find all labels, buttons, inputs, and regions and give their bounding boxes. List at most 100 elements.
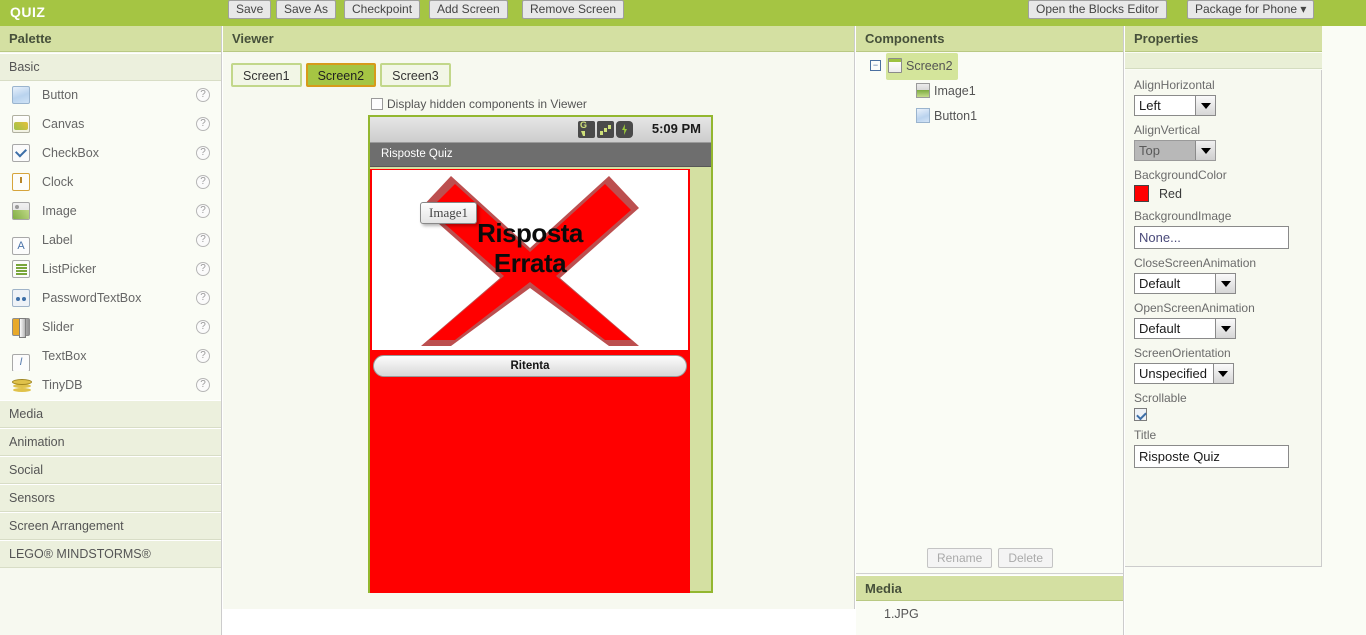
viewer-panel: Viewer Screen1 Screen2 Screen3 Display hid… — [223, 26, 855, 609]
help-icon[interactable]: ? — [196, 233, 210, 247]
toolbar-button-checkpoint[interactable]: Checkpoint — [344, 0, 421, 19]
toolbar-button-save[interactable]: Save — [228, 0, 272, 19]
media-header: Media — [856, 575, 1123, 601]
property-label-alignhorizontal: AlignHorizontal — [1134, 78, 1215, 92]
palette-section-lego-mindstorms[interactable]: LEGO® MINDSTORMS® — [0, 540, 221, 568]
property-label-backgroundimage: BackgroundImage — [1134, 209, 1232, 223]
palette-item-slider[interactable]: Slider? — [0, 313, 221, 342]
palette-section-basic[interactable]: Basic — [0, 53, 221, 81]
overlay-line-1: Risposta — [477, 218, 583, 248]
property-select-screenorientation[interactable]: Unspecified — [1134, 363, 1234, 384]
help-icon[interactable]: ? — [196, 378, 210, 392]
help-icon[interactable]: ? — [196, 349, 210, 363]
help-icon[interactable]: ? — [196, 88, 210, 102]
tree-node[interactable]: Screen2 — [886, 53, 958, 80]
tree-item-image1[interactable]: Image1 — [856, 78, 1123, 105]
tree-node[interactable]: Button1 — [914, 103, 982, 130]
viewer-header: Viewer — [223, 26, 854, 52]
property-select-alignvertical[interactable]: Top — [1134, 140, 1216, 161]
top-toolbar: QUIZ Save Save As Checkpoint Add Screen Remo… — [0, 0, 1366, 26]
property-label-title: Title — [1134, 428, 1157, 442]
palette-item-tinydb[interactable]: TinyDB? — [0, 371, 221, 400]
palette-item-label: ListPicker — [42, 262, 97, 276]
chevron-down-icon[interactable] — [1215, 319, 1235, 338]
property-input-backgroundimage[interactable]: None... — [1134, 226, 1289, 249]
image1-component[interactable]: Risposta Errata Image1 — [371, 169, 689, 351]
rename-button[interactable]: Rename — [926, 548, 993, 568]
tinydb-icon — [12, 376, 32, 394]
palette-section-screen-arrangement[interactable]: Screen Arrangement — [0, 512, 221, 540]
phone-preview: 5:09 PM Risposte Quiz Risposta Errata — [368, 115, 713, 593]
chevron-down-icon[interactable] — [1195, 141, 1215, 160]
tree-node[interactable]: Image1 — [914, 78, 981, 105]
palette-item-label: Slider — [42, 320, 74, 334]
screen-tab-screen2[interactable]: Screen2 — [305, 63, 377, 87]
palette-section-social[interactable]: Social — [0, 456, 221, 484]
toolbar-button-add-screen[interactable]: Add Screen — [429, 0, 508, 19]
display-hidden-components-checkbox[interactable]: Display hidden components in Viewer — [371, 97, 587, 111]
property-color-value: Red — [1159, 186, 1182, 201]
property-color-backgroundcolor[interactable]: Red — [1134, 185, 1321, 202]
palette-item-label: CheckBox — [42, 146, 99, 160]
palette-item-listpicker[interactable]: ListPicker? — [0, 255, 221, 284]
properties-body: AlignHorizontal Left AlignVertical Top Backg… — [1125, 70, 1322, 567]
palette-section-sensors[interactable]: Sensors — [0, 484, 221, 512]
delete-button[interactable]: Delete — [998, 548, 1054, 568]
chevron-down-icon[interactable] — [1195, 96, 1215, 115]
palette-item-label: Clock — [42, 175, 74, 189]
palette-item-label: Label — [42, 233, 73, 247]
image-icon — [12, 202, 30, 220]
palette-item-label[interactable]: A Label? — [0, 226, 221, 255]
toolbar-button-package-for-phone[interactable]: Package for Phone ▾ — [1187, 0, 1315, 19]
help-icon[interactable]: ? — [196, 117, 210, 131]
chevron-down-icon[interactable] — [1215, 274, 1235, 293]
button1-component[interactable]: Ritenta — [373, 355, 687, 377]
palette-item-label: TinyDB — [42, 378, 83, 392]
media-item-0[interactable]: 1.JPG — [856, 602, 1123, 627]
palette-item-canvas[interactable]: Canvas? — [0, 110, 221, 139]
help-icon[interactable]: ? — [196, 146, 210, 160]
toolbar-button-remove-screen[interactable]: Remove Screen — [522, 0, 625, 19]
status-time: 5:09 PM — [651, 121, 701, 136]
palette-item-image[interactable]: Image? — [0, 197, 221, 226]
palette-item-passwordtextbox[interactable]: PasswordTextBox? — [0, 284, 221, 313]
phone-title-bar: Risposte Quiz — [370, 143, 711, 167]
property-label-alignvertical: AlignVertical — [1134, 123, 1201, 137]
tree-item-button1[interactable]: Button1 — [856, 103, 1123, 130]
help-icon[interactable]: ? — [196, 175, 210, 189]
tree-collapse-icon[interactable]: − — [870, 60, 881, 71]
tree-item-screen2[interactable]: − Screen2 — [856, 53, 1123, 80]
property-checkbox-scrollable[interactable] — [1134, 408, 1147, 421]
viewer-body: Screen1 Screen2 Screen3 Display hidden com… — [223, 53, 854, 609]
palette-item-clock[interactable]: Clock? — [0, 168, 221, 197]
property-label-screenorientation: ScreenOrientation — [1134, 346, 1231, 360]
screen-tab-screen1[interactable]: Screen1 — [231, 63, 302, 87]
property-select-closescreenanimation[interactable]: Default — [1134, 273, 1236, 294]
chevron-down-icon[interactable] — [1212, 364, 1233, 383]
help-icon[interactable]: ? — [196, 204, 210, 218]
components-panel: Components − Screen2 Image1 Button1 Rename D… — [856, 26, 1124, 635]
palette-panel: Palette Basic Button? Canvas? CheckBox? Cloc… — [0, 26, 222, 635]
palette-section-media[interactable]: Media — [0, 400, 221, 428]
property-select-openscreenanimation[interactable]: Default — [1134, 318, 1236, 339]
property-input-title[interactable]: Risposte Quiz — [1134, 445, 1289, 468]
screen-tab-screen3[interactable]: Screen3 — [380, 63, 451, 87]
canvas-icon — [12, 115, 30, 133]
palette-item-button[interactable]: Button? — [0, 81, 221, 110]
phone-screen-canvas[interactable]: Risposta Errata Image1 Ritenta — [370, 169, 690, 593]
toolbar-button-save-as[interactable]: Save As — [276, 0, 337, 19]
toolbar-button-open-the-blocks-editor[interactable]: Open the Blocks Editor — [1028, 0, 1167, 19]
battery-charging-icon — [616, 121, 633, 138]
palette-item-textbox[interactable]: I TextBox? — [0, 342, 221, 372]
screen-icon — [888, 58, 902, 73]
palette-item-checkbox[interactable]: CheckBox? — [0, 139, 221, 168]
property-select-alignhorizontal[interactable]: Left — [1134, 95, 1216, 116]
property-select-value: Default — [1139, 321, 1181, 336]
help-icon[interactable]: ? — [196, 262, 210, 276]
overlay-line-2: Errata — [493, 248, 567, 278]
palette-section-animation[interactable]: Animation — [0, 428, 221, 456]
app-title: QUIZ — [10, 4, 46, 20]
button-icon — [12, 86, 30, 104]
help-icon[interactable]: ? — [196, 320, 210, 334]
help-icon[interactable]: ? — [196, 291, 210, 305]
